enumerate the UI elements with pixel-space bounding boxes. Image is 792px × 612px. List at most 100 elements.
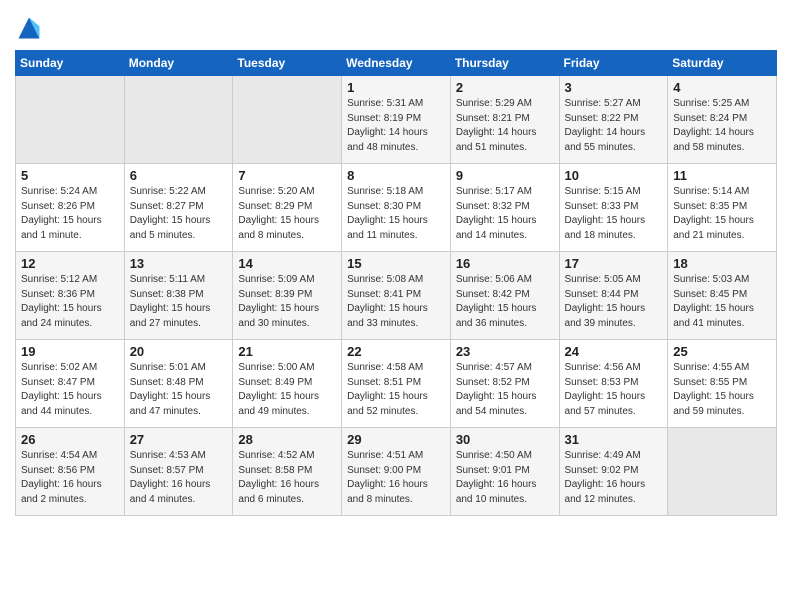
day-number: 25 [673, 344, 771, 359]
logo [15, 14, 45, 42]
calendar-cell: 4Sunrise: 5:25 AM Sunset: 8:24 PM Daylig… [668, 76, 777, 164]
calendar-cell: 20 Sunrise: 5:01 AM Sunset: 8:48 PM Dayli… [124, 340, 233, 428]
day-info: Sunrise: 5:06 AM Sunset: 8:42 PM Dayligh… [456, 273, 554, 331]
header-cell-friday: Friday [559, 51, 668, 76]
calendar-cell: 13Sunrise: 5:11 AM Sunset: 8:38 PM Dayli… [124, 252, 233, 340]
day-info: Sunrise: 5:17 AM Sunset: 8:32 PM Dayligh… [456, 185, 554, 243]
day-number: 21 [238, 344, 336, 359]
day-info: Sunrise: 4:58 AM Sunset: 8:51 PM Dayligh… [347, 361, 445, 419]
calendar-cell: 23Sunrise: 4:57 AM Sunset: 8:52 PM Dayli… [450, 340, 559, 428]
week-row: 5 Sunrise: 5:24 AM Sunset: 8:26 PM Daylig… [16, 164, 777, 252]
day-number: 8 [347, 168, 445, 183]
calendar-cell: 12 Sunrise: 5:12 AM Sunset: 8:36 PM Dayli… [16, 252, 125, 340]
day-number: 30 [456, 432, 554, 447]
day-number: 20 [130, 344, 228, 359]
day-info: Sunrise: 5:05 AM Sunset: 8:44 PM Dayligh… [565, 273, 663, 331]
calendar-cell: 3 Sunrise: 5:27 AM Sunset: 8:22 PM Daylig… [559, 76, 668, 164]
week-row: 26 Sunrise: 4:54 AM Sunset: 8:56 PM Dayli… [16, 428, 777, 516]
day-number: 10 [565, 168, 663, 183]
day-number: 27 [130, 432, 228, 447]
day-number: 26 [21, 432, 119, 447]
calendar-body: 1 Sunrise: 5:31 AM Sunset: 8:19 PM Daylig… [16, 76, 777, 516]
calendar-cell: 8 Sunrise: 5:18 AM Sunset: 8:30 PM Daylig… [342, 164, 451, 252]
day-number: 19 [21, 344, 119, 359]
header-cell-saturday: Saturday [668, 51, 777, 76]
calendar-cell: 14 Sunrise: 5:09 AM Sunset: 8:39 PM Dayli… [233, 252, 342, 340]
day-number: 12 [21, 256, 119, 271]
day-info: Sunrise: 5:09 AM Sunset: 8:39 PM Dayligh… [238, 273, 336, 331]
day-number: 4 [673, 80, 771, 95]
day-number: 22 [347, 344, 445, 359]
day-info: Sunrise: 5:00 AM Sunset: 8:49 PM Dayligh… [238, 361, 336, 419]
calendar-cell: 16 Sunrise: 5:06 AM Sunset: 8:42 PM Dayli… [450, 252, 559, 340]
day-info: Sunrise: 4:51 AM Sunset: 9:00 PM Dayligh… [347, 449, 445, 507]
calendar-cell: 29 Sunrise: 4:51 AM Sunset: 9:00 PM Dayli… [342, 428, 451, 516]
day-info: Sunrise: 5:27 AM Sunset: 8:22 PM Dayligh… [565, 97, 663, 155]
calendar-page: SundayMondayTuesdayWednesdayThursdayFrid… [0, 0, 792, 531]
week-row: 1 Sunrise: 5:31 AM Sunset: 8:19 PM Daylig… [16, 76, 777, 164]
calendar-cell: 24 Sunrise: 4:56 AM Sunset: 8:53 PM Dayli… [559, 340, 668, 428]
day-info: Sunrise: 5:18 AM Sunset: 8:30 PM Dayligh… [347, 185, 445, 243]
day-number: 15 [347, 256, 445, 271]
header-cell-wednesday: Wednesday [342, 51, 451, 76]
day-number: 2 [456, 80, 554, 95]
day-info: Sunrise: 4:53 AM Sunset: 8:57 PM Dayligh… [130, 449, 228, 507]
calendar-cell: 17 Sunrise: 5:05 AM Sunset: 8:44 PM Dayli… [559, 252, 668, 340]
day-info: Sunrise: 4:56 AM Sunset: 8:53 PM Dayligh… [565, 361, 663, 419]
day-info: Sunrise: 4:54 AM Sunset: 8:56 PM Dayligh… [21, 449, 119, 507]
header-cell-thursday: Thursday [450, 51, 559, 76]
day-info: Sunrise: 5:01 AM Sunset: 8:48 PM Dayligh… [130, 361, 228, 419]
day-number: 5 [21, 168, 119, 183]
day-info: Sunrise: 5:22 AM Sunset: 8:27 PM Dayligh… [130, 185, 228, 243]
calendar-cell: 21 Sunrise: 5:00 AM Sunset: 8:49 PM Dayli… [233, 340, 342, 428]
day-number: 24 [565, 344, 663, 359]
calendar-cell: 1 Sunrise: 5:31 AM Sunset: 8:19 PM Daylig… [342, 76, 451, 164]
day-info: Sunrise: 4:49 AM Sunset: 9:02 PM Dayligh… [565, 449, 663, 507]
day-number: 14 [238, 256, 336, 271]
day-number: 3 [565, 80, 663, 95]
day-info: Sunrise: 5:12 AM Sunset: 8:36 PM Dayligh… [21, 273, 119, 331]
week-row: 12 Sunrise: 5:12 AM Sunset: 8:36 PM Dayli… [16, 252, 777, 340]
calendar-cell: 22 Sunrise: 4:58 AM Sunset: 8:51 PM Dayli… [342, 340, 451, 428]
calendar-cell: 9 Sunrise: 5:17 AM Sunset: 8:32 PM Daylig… [450, 164, 559, 252]
day-info: Sunrise: 5:15 AM Sunset: 8:33 PM Dayligh… [565, 185, 663, 243]
day-number: 13 [130, 256, 228, 271]
calendar-cell: 26 Sunrise: 4:54 AM Sunset: 8:56 PM Dayli… [16, 428, 125, 516]
day-number: 28 [238, 432, 336, 447]
calendar-cell: 30 Sunrise: 4:50 AM Sunset: 9:01 PM Dayli… [450, 428, 559, 516]
day-number: 29 [347, 432, 445, 447]
day-info: Sunrise: 5:24 AM Sunset: 8:26 PM Dayligh… [21, 185, 119, 243]
header-row: SundayMondayTuesdayWednesdayThursdayFrid… [16, 51, 777, 76]
calendar-cell: 5 Sunrise: 5:24 AM Sunset: 8:26 PM Daylig… [16, 164, 125, 252]
day-number: 11 [673, 168, 771, 183]
calendar-cell: 18Sunrise: 5:03 AM Sunset: 8:45 PM Dayli… [668, 252, 777, 340]
calendar-cell [16, 76, 125, 164]
day-info: Sunrise: 5:14 AM Sunset: 8:35 PM Dayligh… [673, 185, 771, 243]
calendar-cell: 7Sunrise: 5:20 AM Sunset: 8:29 PM Daylig… [233, 164, 342, 252]
calendar-cell: 15 Sunrise: 5:08 AM Sunset: 8:41 PM Dayli… [342, 252, 451, 340]
day-info: Sunrise: 5:29 AM Sunset: 8:21 PM Dayligh… [456, 97, 554, 155]
day-number: 7 [238, 168, 336, 183]
calendar-header: SundayMondayTuesdayWednesdayThursdayFrid… [16, 51, 777, 76]
calendar-cell: 19Sunrise: 5:02 AM Sunset: 8:47 PM Dayli… [16, 340, 125, 428]
calendar-cell: 27 Sunrise: 4:53 AM Sunset: 8:57 PM Dayli… [124, 428, 233, 516]
day-number: 6 [130, 168, 228, 183]
calendar-cell [233, 76, 342, 164]
calendar-cell [668, 428, 777, 516]
calendar-table: SundayMondayTuesdayWednesdayThursdayFrid… [15, 50, 777, 516]
day-info: Sunrise: 4:50 AM Sunset: 9:01 PM Dayligh… [456, 449, 554, 507]
day-info: Sunrise: 5:08 AM Sunset: 8:41 PM Dayligh… [347, 273, 445, 331]
day-info: Sunrise: 5:03 AM Sunset: 8:45 PM Dayligh… [673, 273, 771, 331]
calendar-cell [124, 76, 233, 164]
day-info: Sunrise: 5:31 AM Sunset: 8:19 PM Dayligh… [347, 97, 445, 155]
header-cell-tuesday: Tuesday [233, 51, 342, 76]
day-number: 16 [456, 256, 554, 271]
day-number: 17 [565, 256, 663, 271]
calendar-cell: 25 Sunrise: 4:55 AM Sunset: 8:55 PM Dayli… [668, 340, 777, 428]
day-info: Sunrise: 4:55 AM Sunset: 8:55 PM Dayligh… [673, 361, 771, 419]
day-info: Sunrise: 4:57 AM Sunset: 8:52 PM Dayligh… [456, 361, 554, 419]
calendar-cell: 31Sunrise: 4:49 AM Sunset: 9:02 PM Dayli… [559, 428, 668, 516]
day-number: 9 [456, 168, 554, 183]
header-cell-sunday: Sunday [16, 51, 125, 76]
day-number: 1 [347, 80, 445, 95]
